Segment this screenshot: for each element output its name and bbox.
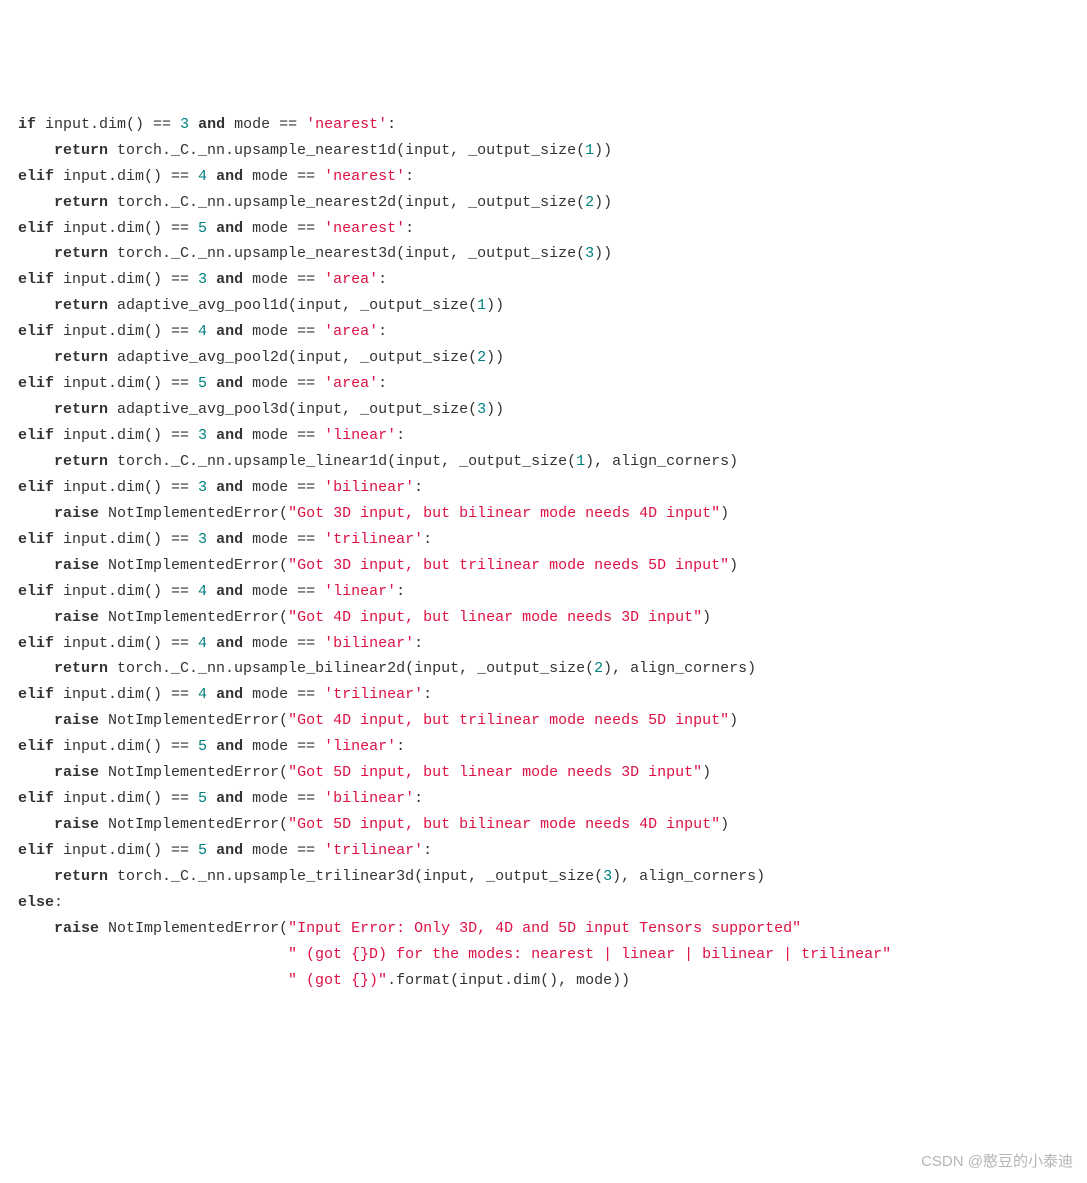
code-line: raise NotImplementedError("Got 4D input,…	[18, 712, 738, 729]
code-line: return adaptive_avg_pool2d(input, _outpu…	[18, 349, 504, 366]
code-line: elif input.dim() == 5 and mode == 'bilin…	[18, 790, 423, 807]
code-line: return torch._C._nn.upsample_nearest2d(i…	[18, 194, 612, 211]
code-line: return torch._C._nn.upsample_nearest3d(i…	[18, 245, 612, 262]
code-line: else:	[18, 894, 63, 911]
code-line: elif input.dim() == 4 and mode == 'bilin…	[18, 635, 423, 652]
code-line: elif input.dim() == 4 and mode == 'trili…	[18, 686, 432, 703]
code-line: return torch._C._nn.upsample_nearest1d(i…	[18, 142, 612, 159]
code-line: elif input.dim() == 3 and mode == 'bilin…	[18, 479, 423, 496]
code-line: return adaptive_avg_pool1d(input, _outpu…	[18, 297, 504, 314]
code-line: elif input.dim() == 5 and mode == 'trili…	[18, 842, 432, 859]
code-line: return adaptive_avg_pool3d(input, _outpu…	[18, 401, 504, 418]
code-line: return torch._C._nn.upsample_trilinear3d…	[18, 868, 765, 885]
code-line: if input.dim() == 3 and mode == 'nearest…	[18, 116, 396, 133]
code-line: raise NotImplementedError("Got 3D input,…	[18, 557, 738, 574]
code-line: " (got {}D) for the modes: nearest | lin…	[18, 946, 891, 963]
keyword-elif: elif	[18, 168, 54, 185]
code-line: elif input.dim() == 5 and mode == 'area'…	[18, 375, 387, 392]
keyword-raise: raise	[54, 505, 99, 522]
keyword-return: return	[54, 142, 108, 159]
watermark-text: CSDN @憨豆的小泰迪	[921, 1149, 1073, 1175]
code-line: raise NotImplementedError("Got 4D input,…	[18, 609, 711, 626]
code-line: elif input.dim() == 3 and mode == 'area'…	[18, 271, 387, 288]
code-line: return torch._C._nn.upsample_bilinear2d(…	[18, 660, 756, 677]
code-line: raise NotImplementedError("Got 5D input,…	[18, 816, 729, 833]
code-line: elif input.dim() == 4 and mode == 'neare…	[18, 168, 414, 185]
code-line: raise NotImplementedError("Got 3D input,…	[18, 505, 729, 522]
code-line: elif input.dim() == 4 and mode == 'linea…	[18, 583, 405, 600]
code-line: raise NotImplementedError("Input Error: …	[18, 920, 801, 937]
code-block: if input.dim() == 3 and mode == 'nearest…	[18, 112, 1069, 994]
keyword-if: if	[18, 116, 36, 133]
code-line: elif input.dim() == 3 and mode == 'linea…	[18, 427, 405, 444]
code-line: raise NotImplementedError("Got 5D input,…	[18, 764, 711, 781]
code-line: elif input.dim() == 3 and mode == 'trili…	[18, 531, 432, 548]
code-line: elif input.dim() == 4 and mode == 'area'…	[18, 323, 387, 340]
code-line: elif input.dim() == 5 and mode == 'neare…	[18, 220, 414, 237]
keyword-else: else	[18, 894, 54, 911]
code-line: " (got {})".format(input.dim(), mode))	[18, 972, 630, 989]
code-line: elif input.dim() == 5 and mode == 'linea…	[18, 738, 405, 755]
code-line: return torch._C._nn.upsample_linear1d(in…	[18, 453, 738, 470]
